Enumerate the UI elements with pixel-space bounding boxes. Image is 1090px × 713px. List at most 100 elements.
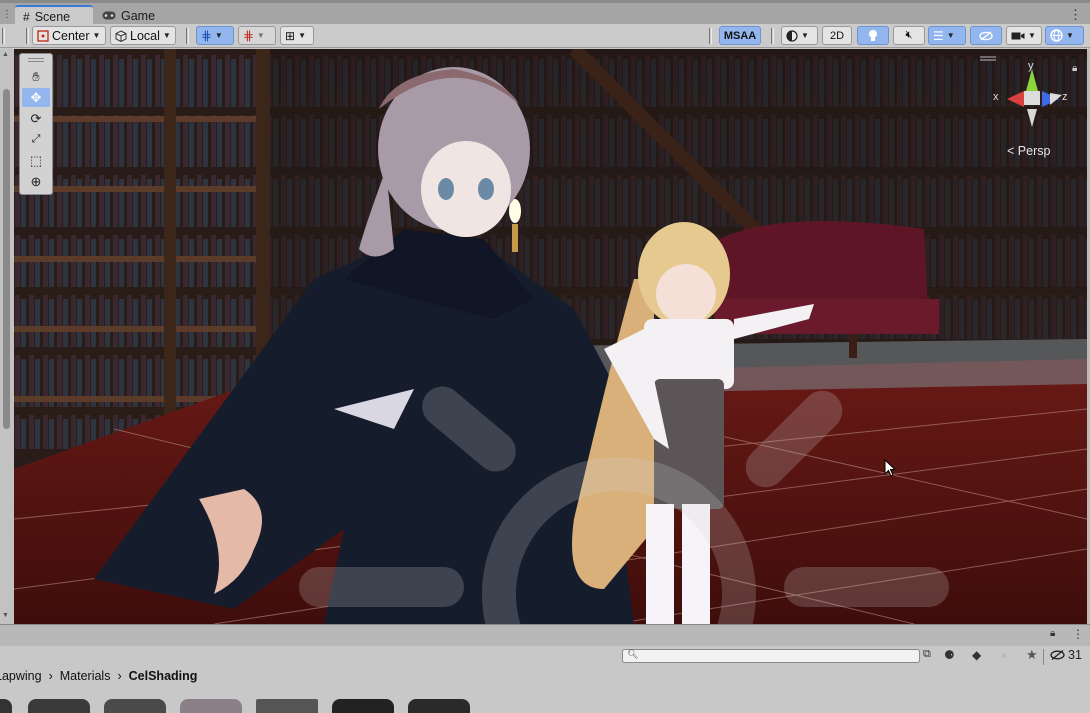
- breadcrumb-current[interactable]: CelShading: [129, 669, 198, 683]
- breadcrumb-item[interactable]: Materials: [60, 669, 111, 683]
- pivot-rotation-dropdown[interactable]: Local ▼: [110, 26, 176, 45]
- tab-scene[interactable]: # Scene: [15, 5, 93, 26]
- transform-tool-button[interactable]: ⊕: [22, 172, 50, 191]
- gizmo-globe-icon: [1050, 29, 1063, 42]
- more-options-icon[interactable]: ⋮: [1072, 627, 1084, 641]
- ruler-grid-dropdown[interactable]: ⊞ ▼: [280, 26, 314, 45]
- projection-label: Persp: [1017, 144, 1051, 158]
- scene-camera-dropdown[interactable]: ▼: [1006, 26, 1042, 45]
- audio-toggle[interactable]: 🔇︎: [893, 26, 925, 45]
- toolbar-divider: [1043, 649, 1044, 665]
- breadcrumb-item[interactable]: Lapwing: [0, 669, 42, 683]
- audio-muted-icon: 🔇︎: [905, 29, 913, 41]
- axis-x-label: x: [993, 91, 999, 103]
- breadcrumb: Lapwing › Materials › CelShading: [0, 668, 197, 684]
- msaa-label: MSAA: [723, 29, 757, 42]
- search-by-label-icon[interactable]: ◆: [972, 648, 981, 662]
- grid-snapping-toggle[interactable]: ⋕ ▼: [196, 26, 234, 45]
- search-icon: 🔍︎: [627, 649, 639, 659]
- gamepad-icon: [102, 9, 116, 23]
- lock-icon[interactable]: 🔒︎: [1072, 63, 1077, 74]
- scale-tool-button[interactable]: ⤢: [22, 130, 50, 149]
- move-arrows-icon: ✥: [30, 89, 42, 105]
- tab-scene-label: Scene: [34, 9, 71, 24]
- rotate-icon: ⟳: [30, 110, 42, 126]
- transform-icon: ⊕: [30, 173, 42, 189]
- chevron-down-icon: ▼: [256, 31, 265, 40]
- msaa-toggle[interactable]: MSAA: [719, 26, 761, 45]
- scroll-down-icon[interactable]: ▼: [2, 612, 9, 619]
- increment-snap-icon: ⋕: [243, 27, 254, 43]
- axis-gizmo-icon[interactable]: [992, 61, 1082, 141]
- scene-lighting-toggle[interactable]: [857, 26, 889, 45]
- increment-snapping-toggle[interactable]: ⋕ ▼: [238, 26, 276, 45]
- chevron-down-icon: ▼: [1066, 31, 1074, 40]
- draw-mode-dropdown[interactable]: ▼: [781, 26, 818, 45]
- scene-viewport[interactable]: y x z 🔒︎ < Persp: [14, 49, 1087, 624]
- asset-thumbnail[interactable]: [104, 699, 166, 713]
- more-options-icon[interactable]: ⋮: [1069, 7, 1082, 23]
- window-tab-bar: ⋮ # Scene Game ⋮: [0, 0, 1090, 26]
- grid-snap-icon: ⋕: [201, 27, 212, 43]
- camera-icon: [1011, 32, 1025, 39]
- chevron-down-icon: ▼: [946, 31, 955, 40]
- local-cube-icon: [115, 29, 127, 42]
- palette-grip[interactable]: [28, 58, 44, 59]
- ruler-icon: ⊞: [285, 28, 296, 43]
- 2d-mode-toggle[interactable]: 2D: [822, 26, 852, 45]
- asset-thumbnail[interactable]: [256, 699, 318, 713]
- saved-search-icon[interactable]: ●: [1000, 648, 1007, 662]
- breadcrumb-separator-icon: ›: [48, 669, 53, 683]
- asset-thumbnail[interactable]: [180, 699, 242, 713]
- asset-thumbnail[interactable]: [0, 699, 12, 713]
- axis-z-label: z: [1062, 91, 1068, 103]
- project-search-input[interactable]: 🔍︎ ⧉: [622, 648, 931, 663]
- orientation-gizmo[interactable]: y x z 🔒︎: [992, 60, 1082, 141]
- lightbulb-icon: [869, 30, 877, 41]
- rect-tool-button[interactable]: ⬚: [22, 151, 50, 170]
- asset-thumbnail[interactable]: [408, 699, 470, 713]
- pivot-rotation-label: Local: [130, 28, 160, 43]
- asset-grid: [0, 690, 1090, 713]
- perspective-icon: <: [1007, 144, 1015, 158]
- pivot-mode-label: Center: [52, 28, 90, 43]
- rotate-tool-button[interactable]: ⟳: [22, 109, 50, 128]
- viewport-scrollbar[interactable]: ▲ ▼: [0, 49, 14, 624]
- favorite-star-icon[interactable]: ★: [1026, 647, 1038, 663]
- move-tool-button[interactable]: ✥: [22, 88, 50, 107]
- hidden-count: 31: [1068, 648, 1082, 662]
- tab-game[interactable]: Game: [94, 5, 164, 26]
- asset-thumbnail[interactable]: [332, 699, 394, 713]
- axis-y-label: y: [1028, 60, 1034, 72]
- scene-visibility-toggle[interactable]: [970, 26, 1002, 45]
- projection-toggle[interactable]: < Persp: [1007, 144, 1050, 158]
- pivot-mode-dropdown[interactable]: Center ▼: [32, 26, 106, 45]
- toolbar-divider: [709, 28, 712, 44]
- scroll-up-icon[interactable]: ▲: [2, 51, 9, 58]
- hand-tool-button[interactable]: ✋︎: [22, 67, 50, 86]
- hand-icon: ✋︎: [32, 68, 40, 84]
- scrollbar-thumb[interactable]: [3, 89, 10, 429]
- chevron-down-icon: ▼: [1028, 31, 1036, 40]
- asset-thumbnail[interactable]: [28, 699, 90, 713]
- search-mode-icon[interactable]: ⧉: [923, 648, 931, 661]
- hidden-packages-toggle[interactable]: 31: [1050, 648, 1082, 662]
- effects-dropdown[interactable]: ☰ ▼: [928, 26, 966, 45]
- search-by-type-icon[interactable]: ⚈: [944, 648, 955, 662]
- tool-palette: ✋︎ ✥ ⟳ ⤢ ⬚ ⊕: [19, 53, 53, 195]
- rect-transform-icon: ⬚: [29, 152, 43, 168]
- gizmos-dropdown[interactable]: ▼: [1045, 26, 1084, 45]
- effects-layers-icon: ☰: [933, 28, 944, 43]
- lock-icon[interactable]: 🔒︎: [1050, 628, 1055, 639]
- grid-hash-icon: #: [23, 9, 30, 24]
- project-panel-header: 🔒︎ ⋮: [0, 624, 1090, 646]
- eye-slash-icon: [979, 30, 993, 41]
- scale-icon: ⤢: [31, 133, 41, 145]
- toolbar-divider: [186, 28, 189, 44]
- chevron-down-icon: ▼: [298, 31, 306, 40]
- toolbar-grip: [2, 28, 5, 44]
- chevron-down-icon: ▼: [214, 31, 223, 40]
- 2d-mode-label: 2D: [829, 29, 845, 42]
- panel-menu-icon[interactable]: ⋮: [2, 9, 12, 20]
- mouse-cursor-icon: [884, 459, 896, 477]
